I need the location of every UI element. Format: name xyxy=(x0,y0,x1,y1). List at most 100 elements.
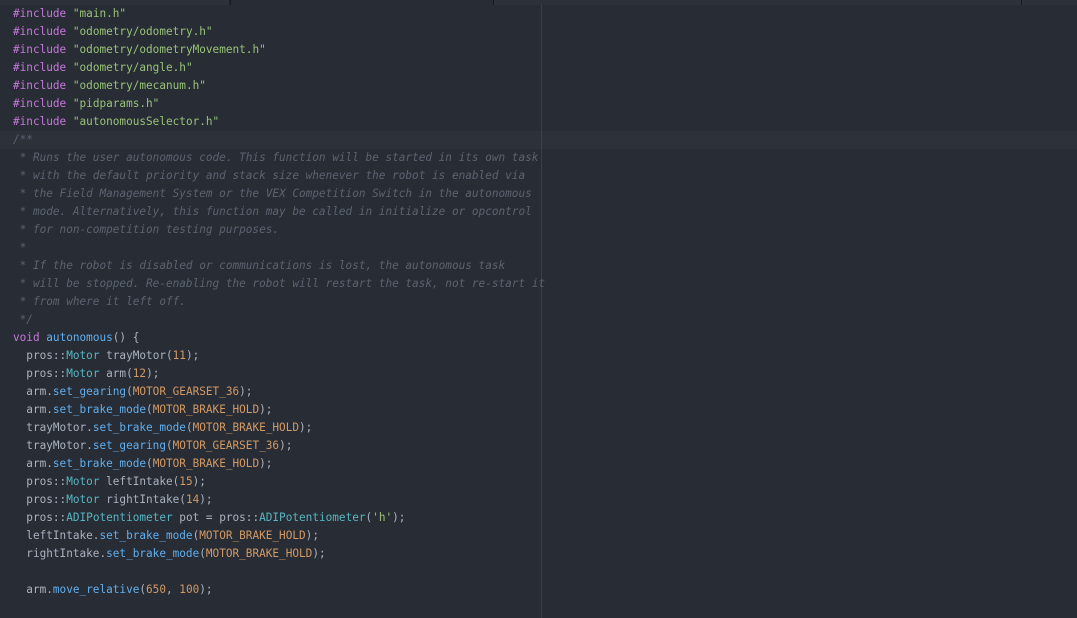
code-token: 11 xyxy=(172,349,186,362)
code-token: #include xyxy=(13,97,67,110)
code-line[interactable]: /** xyxy=(13,131,545,149)
code-line[interactable]: * If the robot is disabled or communicat… xyxy=(13,257,545,275)
code-token: ); xyxy=(185,349,200,362)
code-line[interactable]: #include "main.h" xyxy=(13,5,545,23)
code-line[interactable]: #include "odometry/angle.h" xyxy=(13,59,545,77)
code-token: * If the robot is disabled or communicat… xyxy=(13,259,506,272)
code-line[interactable]: arm.set_gearing(MOTOR_GEARSET_36); xyxy=(13,383,545,401)
code-token: ); xyxy=(259,457,273,470)
code-line[interactable]: void autonomous() { xyxy=(13,329,545,347)
code-token: ); xyxy=(299,421,313,434)
code-line[interactable]: #include "pidparams.h" xyxy=(13,95,545,113)
code-token: autonomous xyxy=(46,331,113,344)
code-line[interactable]: arm.move_relative(650, 100); xyxy=(13,581,545,599)
code-token: */ xyxy=(13,313,33,326)
code-line[interactable]: * mode. Alternatively, this function may… xyxy=(13,203,545,221)
code-token: "odometry/angle.h" xyxy=(72,61,193,74)
code-line[interactable]: #include "autonomousSelector.h" xyxy=(13,113,545,131)
code-token: ); xyxy=(239,385,253,398)
code-token: ); xyxy=(305,529,319,542)
code-token: * with the default priority and stack si… xyxy=(13,169,526,182)
code-line[interactable]: trayMotor.set_gearing(MOTOR_GEARSET_36); xyxy=(13,437,545,455)
code-line[interactable]: #include "odometry/odometry.h" xyxy=(13,23,545,41)
code-line[interactable]: #include "odometry/mecanum.h" xyxy=(13,77,545,95)
code-line[interactable]: * for non-competition testing purposes. xyxy=(13,221,545,239)
code-token: MOTOR_BRAKE_HOLD xyxy=(152,403,260,416)
code-token: arm. xyxy=(13,583,53,596)
code-token: ); xyxy=(199,493,213,506)
code-token: 15 xyxy=(179,475,193,488)
code-token: pros:: xyxy=(13,367,67,380)
code-line[interactable]: pros::Motor arm(12); xyxy=(13,365,545,383)
code-token: pot = pros:: xyxy=(172,511,260,524)
code-token: ( xyxy=(199,547,206,560)
code-line[interactable]: pros::Motor rightIntake(14); xyxy=(13,491,545,509)
code-line[interactable]: trayMotor.set_brake_mode(MOTOR_BRAKE_HOL… xyxy=(13,419,545,437)
code-line[interactable]: rightIntake.set_brake_mode(MOTOR_BRAKE_H… xyxy=(13,545,545,563)
code-token: ); xyxy=(312,547,326,560)
code-line[interactable]: pros::Motor trayMotor(11); xyxy=(13,347,545,365)
code-token: 'h' xyxy=(372,511,393,524)
tab[interactable] xyxy=(494,0,1021,5)
code-token: MOTOR_BRAKE_HOLD xyxy=(199,529,306,542)
code-token: Motor xyxy=(66,493,100,506)
code-token: #include xyxy=(13,79,67,92)
code-token: ); xyxy=(146,367,160,380)
code-token: Motor xyxy=(66,475,100,488)
code-area[interactable]: #include "main.h" #include "odometry/odom… xyxy=(13,5,545,599)
code-token: rightIntake( xyxy=(99,493,186,506)
code-token: * mode. Alternatively, this function may… xyxy=(13,205,532,218)
code-line[interactable]: arm.set_brake_mode(MOTOR_BRAKE_HOLD); xyxy=(13,455,545,473)
code-token: pros:: xyxy=(13,493,67,506)
code-line[interactable]: * with the default priority and stack si… xyxy=(13,167,545,185)
code-line[interactable]: leftIntake.set_brake_mode(MOTOR_BRAKE_HO… xyxy=(13,527,545,545)
tab[interactable] xyxy=(1022,0,1077,5)
code-token: rightIntake. xyxy=(13,547,107,560)
code-token: "pidparams.h" xyxy=(72,97,160,110)
code-token: "odometry/odometry.h" xyxy=(72,25,213,38)
code-line[interactable]: * the Field Management System or the VEX… xyxy=(13,185,545,203)
code-token: set_gearing xyxy=(52,385,127,398)
code-token: MOTOR_GEARSET_36 xyxy=(172,439,280,452)
code-line[interactable]: #include "odometry/odometryMovement.h" xyxy=(13,41,545,59)
code-line[interactable]: pros::ADIPotentiometer pot = pros::ADIPo… xyxy=(13,509,545,527)
code-token: ); xyxy=(192,475,206,488)
code-token: #include xyxy=(13,115,67,128)
code-token: leftIntake( xyxy=(99,475,180,488)
code-token: #include xyxy=(13,7,67,20)
code-line[interactable]: */ xyxy=(13,311,545,329)
code-token: ADIPotentiometer xyxy=(259,511,366,524)
code-token: "odometry/odometryMovement.h" xyxy=(72,43,266,56)
code-token: , xyxy=(165,583,180,596)
code-line[interactable]: pros::Motor leftIntake(15); xyxy=(13,473,545,491)
code-token: set_brake_mode xyxy=(99,529,193,542)
code-token: () { xyxy=(112,331,140,344)
code-line[interactable]: * will be stopped. Re-enabling the robot… xyxy=(13,275,545,293)
code-token: ( xyxy=(185,421,193,434)
code-token: trayMotor. xyxy=(13,439,93,452)
code-line[interactable]: arm.set_brake_mode(MOTOR_BRAKE_HOLD); xyxy=(13,401,545,419)
code-token: * Runs the user autonomous code. This fu… xyxy=(13,151,539,164)
code-token: set_brake_mode xyxy=(52,403,147,416)
code-line[interactable]: ​ xyxy=(13,563,545,581)
code-token: "odometry/mecanum.h" xyxy=(72,79,206,92)
code-token: Motor xyxy=(66,367,100,380)
code-token: ( xyxy=(126,385,133,398)
code-editor[interactable]: #include "main.h" #include "odometry/odom… xyxy=(0,0,1077,618)
code-token: ADIPotentiometer xyxy=(66,511,173,524)
code-token: MOTOR_GEARSET_36 xyxy=(132,385,240,398)
code-token: pros:: xyxy=(13,475,67,488)
code-token: ( xyxy=(146,403,153,416)
code-token: trayMotor( xyxy=(99,349,173,362)
code-line[interactable]: * xyxy=(13,239,545,257)
code-line[interactable]: * Runs the user autonomous code. This fu… xyxy=(13,149,545,167)
code-token: ); xyxy=(392,511,406,524)
code-token: Motor xyxy=(66,349,100,362)
code-token: #include xyxy=(13,43,67,56)
code-line[interactable]: * from where it left off. xyxy=(13,293,545,311)
code-token: arm. xyxy=(13,403,53,416)
